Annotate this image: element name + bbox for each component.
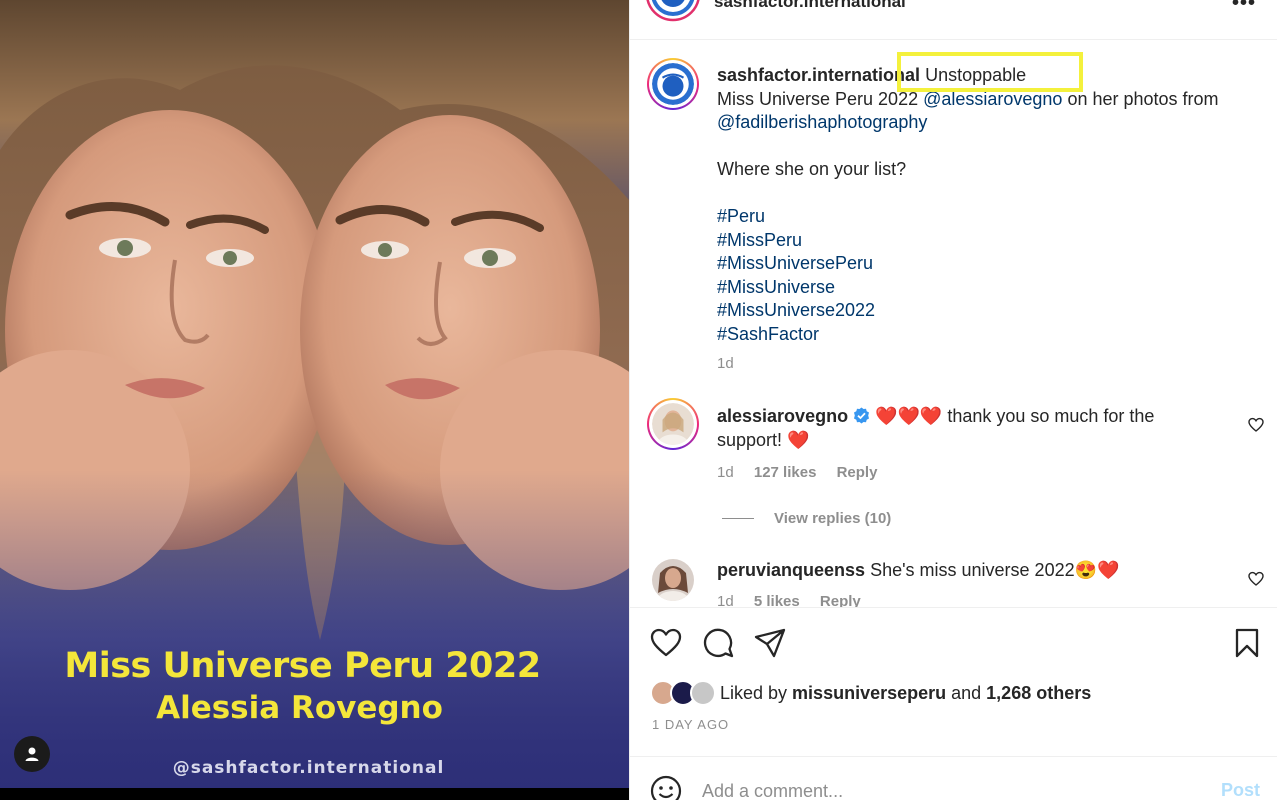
- comment-like-heart-icon[interactable]: [1248, 417, 1264, 433]
- view-replies-button[interactable]: View replies (10): [774, 510, 891, 527]
- post-timestamp[interactable]: 1 DAY AGO: [652, 717, 729, 732]
- liked-by-avatars: [650, 679, 720, 707]
- heart-icon[interactable]: [650, 627, 682, 659]
- header-avatar[interactable]: [646, 0, 700, 30]
- caption-text: sashfactor.international Unstoppable Mis…: [717, 64, 1257, 346]
- caption-question: Where she on your list?: [717, 159, 907, 179]
- liked-by-prefix: Liked by: [720, 682, 793, 703]
- liked-by-middle: and: [946, 682, 987, 703]
- avatar-photo: [652, 559, 694, 601]
- liked-by-text: Liked by missuniverseperu and 1,268 othe…: [720, 683, 1091, 704]
- hashtag-link[interactable]: #MissUniverse: [717, 277, 835, 297]
- post-photo[interactable]: Miss Universe Peru 2022 Alessia Rovegno …: [0, 0, 629, 800]
- verified-badge-icon: [854, 407, 870, 424]
- replies-divider: [722, 518, 754, 519]
- hashtag-link[interactable]: #Peru: [717, 206, 765, 226]
- comment-body-line1: ❤️❤️❤️ thank you so much for the: [870, 406, 1155, 426]
- post-comment-button[interactable]: Post: [1221, 780, 1260, 800]
- comment-body: She's miss universe 2022😍❤️: [865, 560, 1120, 580]
- comment-text: alessiarovegno ❤️❤️❤️ thank you so much …: [717, 405, 1187, 452]
- instagram-post-view: Miss Universe Peru 2022 Alessia Rovegno …: [0, 0, 1277, 800]
- comment-avatar-peruvianqueenss[interactable]: [652, 559, 694, 601]
- photo-title-line2: Alessia Rovegno: [156, 690, 443, 726]
- header-username[interactable]: sashfactor.international: [714, 0, 906, 12]
- comment-input[interactable]: [702, 777, 1202, 800]
- comment-meta: 1d 127 likes Reply: [717, 464, 877, 481]
- hashtag-link[interactable]: #SashFactor: [717, 324, 819, 344]
- comment-username[interactable]: peruvianqueenss: [717, 560, 865, 580]
- sashfactor-logo: [652, 63, 694, 105]
- user-icon: [25, 747, 39, 761]
- comment-avatar-alessiarovegno[interactable]: [647, 398, 699, 452]
- caption-time[interactable]: 1d: [717, 355, 734, 372]
- mention-fadilberishaphotography[interactable]: @fadilberishaphotography: [717, 112, 927, 132]
- paper-plane-icon[interactable]: [754, 627, 786, 659]
- caption-username[interactable]: sashfactor.international: [717, 65, 920, 85]
- hashtag-link[interactable]: #MissUniversePeru: [717, 253, 873, 273]
- comment-text: peruvianqueenss She's miss universe 2022…: [717, 559, 1187, 583]
- comment-time[interactable]: 1d: [717, 593, 734, 607]
- liker-avatar: [690, 680, 716, 706]
- comments-list[interactable]: sashfactor.international Unstoppable Mis…: [630, 41, 1277, 607]
- comment-likes[interactable]: 127 likes: [754, 464, 817, 481]
- smiley-icon[interactable]: [650, 775, 682, 800]
- yellow-highlight-box: [897, 52, 1083, 92]
- photo-watermark: @sashfactor.international: [172, 758, 445, 778]
- reply-button[interactable]: Reply: [820, 593, 861, 607]
- post-actions: Liked by missuniverseperu and 1,268 othe…: [630, 607, 1277, 757]
- comment-likes[interactable]: 5 likes: [754, 593, 800, 607]
- liked-by-row[interactable]: Liked by missuniverseperu and 1,268 othe…: [650, 678, 1091, 708]
- comment-meta: 1d 5 likes Reply: [717, 593, 861, 607]
- add-comment-bar: Post: [630, 756, 1277, 800]
- bookmark-icon[interactable]: [1231, 627, 1263, 659]
- tagged-users-button[interactable]: [14, 736, 50, 772]
- more-options-icon[interactable]: •••: [1232, 0, 1256, 15]
- post-sidebar: sashfactor.international ••• sashfactor.…: [629, 0, 1277, 800]
- hashtag-link[interactable]: #MissPeru: [717, 230, 802, 250]
- avatar-photo: [652, 403, 694, 452]
- comment-body-line2: support! ❤️: [717, 429, 810, 450]
- comment-username[interactable]: alessiarovegno: [717, 406, 848, 426]
- liked-by-user[interactable]: missuniverseperu: [792, 683, 946, 703]
- caption-line2-prefix: Miss Universe Peru 2022: [717, 88, 924, 109]
- caption-line2-suffix: on her photos from: [1062, 88, 1219, 109]
- photo-bottom-edge: [0, 788, 629, 800]
- comment-like-heart-icon[interactable]: [1248, 571, 1264, 587]
- photo-title-line1: Miss Universe Peru 2022: [64, 646, 541, 686]
- likes-count[interactable]: 1,268 others: [986, 683, 1091, 703]
- post-header: sashfactor.international •••: [630, 0, 1277, 40]
- hashtag-link[interactable]: #MissUniverse2022: [717, 300, 875, 320]
- reply-button[interactable]: Reply: [837, 464, 878, 481]
- comment-icon[interactable]: [703, 627, 735, 659]
- caption-avatar[interactable]: [647, 58, 699, 110]
- comment-time[interactable]: 1d: [717, 464, 734, 481]
